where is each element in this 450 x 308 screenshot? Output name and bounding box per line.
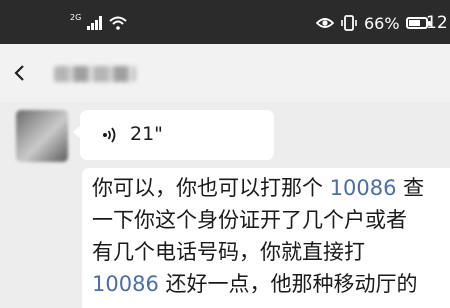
message-line: 有几个电话号码，你就直接打 — [92, 236, 450, 268]
phone-number-link[interactable]: 10086 — [92, 272, 159, 296]
voice-duration: 21" — [130, 123, 163, 145]
phone-number-link[interactable]: 10086 — [330, 176, 397, 200]
signal-icon — [87, 16, 103, 30]
text-message-bubble[interactable]: 你可以，你也可以打那个 10086 查一下你这个身份证开了几个户或者 有几个电话号… — [82, 168, 450, 308]
message-line: 你可以，你也可以打那个 10086 查 — [92, 172, 450, 204]
message-line: 一下你这个身份证开了几个户或者 — [92, 204, 450, 236]
wifi-icon — [109, 16, 127, 30]
message-text-segment: 有几个电话号码，你就直接打 — [92, 240, 365, 264]
message-text: 你可以，你也可以打那个 10086 查一下你这个身份证开了几个户或者 有几个电话号… — [92, 172, 450, 300]
voice-message-bubble[interactable]: 21" — [73, 110, 274, 160]
message-line: 10086 还好一点，他那种移动厅的 — [92, 268, 450, 300]
message-text-segment: 查 — [396, 176, 425, 200]
message-text-segment: 一下你这个身份证开了几个户或者 — [92, 208, 407, 232]
back-chevron-icon[interactable] — [12, 64, 28, 82]
voice-wave-icon — [103, 127, 116, 143]
clock: 12 — [426, 13, 448, 33]
eye-comfort-icon — [316, 18, 334, 28]
chat-header — [0, 44, 450, 102]
network-type-label: 2G — [70, 12, 82, 22]
status-left: 2G — [70, 12, 127, 34]
message-text-segment: 你可以，你也可以打那个 — [92, 176, 330, 200]
status-right: 66% — [316, 12, 431, 34]
chat-title-blurred — [54, 66, 136, 82]
battery-icon — [405, 17, 431, 29]
status-bar: 2G 66% 12 — [0, 0, 450, 44]
vibrate-icon — [341, 15, 357, 31]
battery-percent: 66% — [364, 13, 400, 33]
message-text-segment: 还好一点，他那种移动厅的 — [158, 272, 418, 296]
sender-avatar[interactable] — [16, 110, 68, 162]
